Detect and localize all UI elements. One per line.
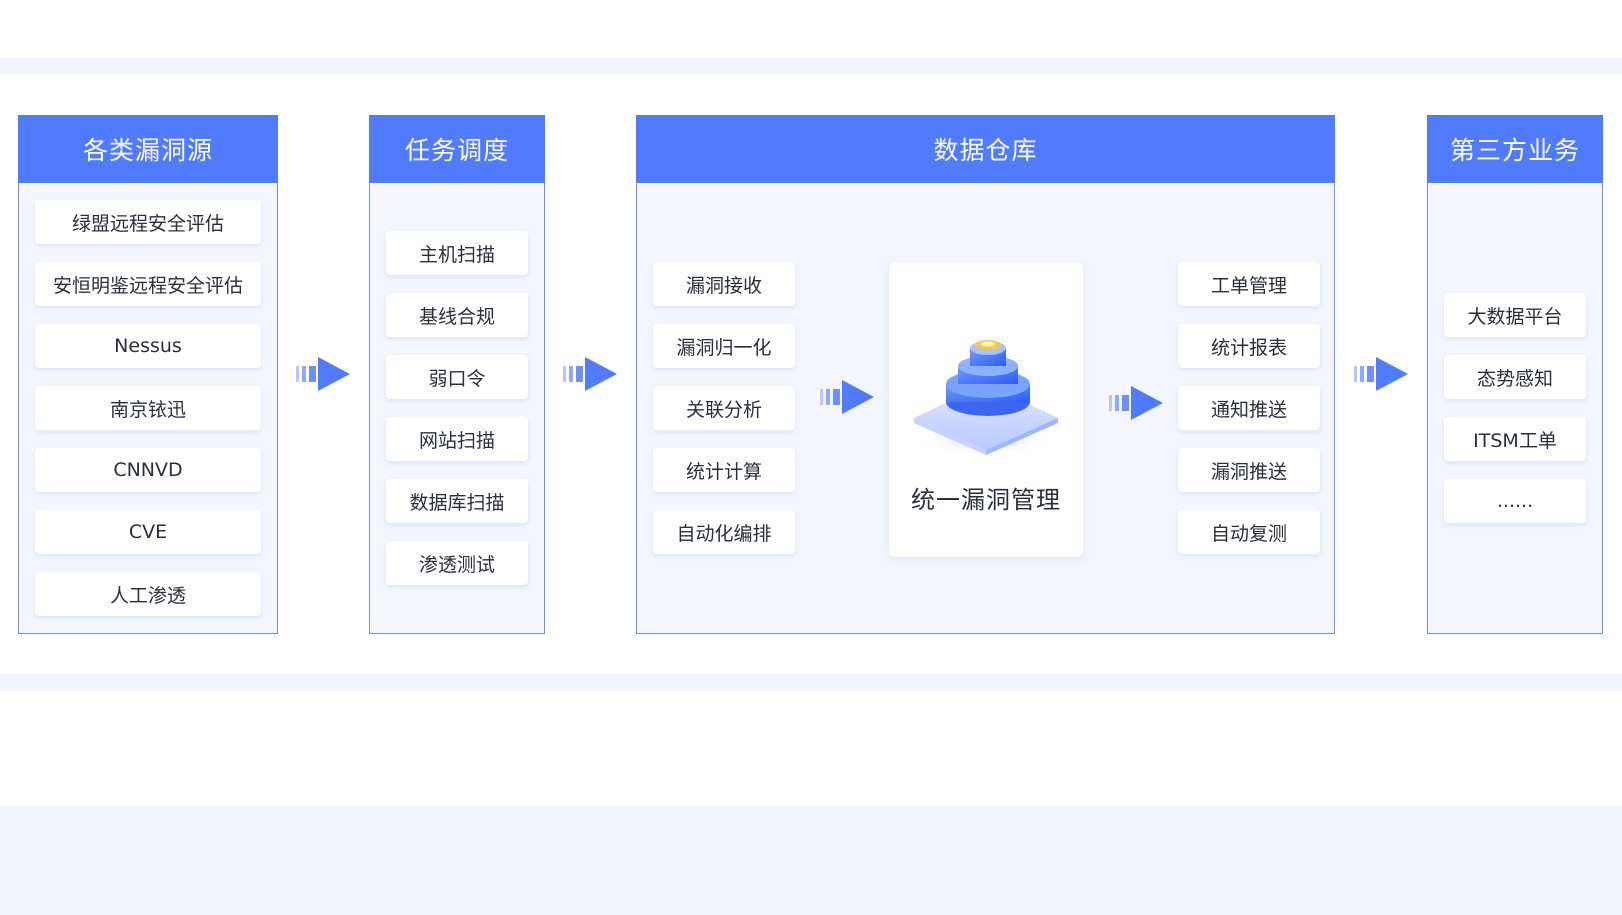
flow-arrow-icon — [563, 357, 617, 391]
scheduling-item: 弱口令 — [386, 355, 528, 399]
scheduling-item: 数据库扫描 — [386, 479, 528, 523]
warehouse-left-item: 自动化编排 — [653, 510, 795, 554]
scheduling-item: 网站扫描 — [386, 417, 528, 461]
warehouse-right-item: 漏洞推送 — [1178, 448, 1320, 492]
third-party-item: ...... — [1444, 479, 1586, 523]
flow-arrow-icon — [296, 357, 350, 391]
scheduling-item: 主机扫描 — [386, 231, 528, 275]
bottom-band — [0, 805, 1622, 915]
source-item: CNNVD — [35, 448, 261, 492]
source-item: 人工渗透 — [35, 572, 261, 616]
warehouse-right-item: 统计报表 — [1178, 324, 1320, 368]
source-item: 南京铱迅 — [35, 386, 261, 430]
middle-band — [0, 674, 1622, 691]
sources-panel: 各类漏洞源 绿盟远程安全评估 安恒明鉴远程安全评估 Nessus 南京铱迅 CN… — [18, 115, 278, 634]
third-party-panel: 第三方业务 大数据平台 态势感知 ITSM工单 ...... — [1427, 115, 1603, 634]
warehouse-right-item: 自动复测 — [1178, 510, 1320, 554]
warehouse-left-item: 漏洞归一化 — [653, 324, 795, 368]
source-item: CVE — [35, 510, 261, 554]
core-label: 统一漏洞管理 — [911, 486, 1061, 514]
warehouse-left-item: 漏洞接收 — [653, 262, 795, 306]
scheduling-item: 基线合规 — [386, 293, 528, 337]
source-item: 安恒明鉴远程安全评估 — [35, 262, 261, 306]
warehouse-left-item: 关联分析 — [653, 386, 795, 430]
third-party-panel-title: 第三方业务 — [1427, 115, 1603, 183]
warehouse-panel-title: 数据仓库 — [636, 115, 1335, 183]
flow-arrow-icon — [1354, 357, 1408, 391]
third-party-item: ITSM工单 — [1444, 417, 1586, 461]
scheduling-panel: 任务调度 主机扫描 基线合规 弱口令 网站扫描 数据库扫描 渗透测试 — [369, 115, 545, 634]
scheduling-item: 渗透测试 — [386, 541, 528, 585]
scheduling-panel-title: 任务调度 — [369, 115, 545, 183]
source-item: 绿盟远程安全评估 — [35, 200, 261, 244]
source-item: Nessus — [35, 324, 261, 368]
warehouse-right-item: 通知推送 — [1178, 386, 1320, 430]
warehouse-right-item: 工单管理 — [1178, 262, 1320, 306]
sources-panel-title: 各类漏洞源 — [18, 115, 278, 183]
top-band — [0, 58, 1622, 75]
unified-vuln-management-box: 统一漏洞管理 — [889, 262, 1083, 557]
third-party-item: 态势感知 — [1444, 355, 1586, 399]
flow-arrow-icon — [820, 380, 874, 414]
warehouse-left-item: 统计计算 — [653, 448, 795, 492]
third-party-item: 大数据平台 — [1444, 293, 1586, 337]
flow-arrow-icon — [1109, 386, 1163, 420]
layered-gear-icon — [914, 340, 1058, 456]
